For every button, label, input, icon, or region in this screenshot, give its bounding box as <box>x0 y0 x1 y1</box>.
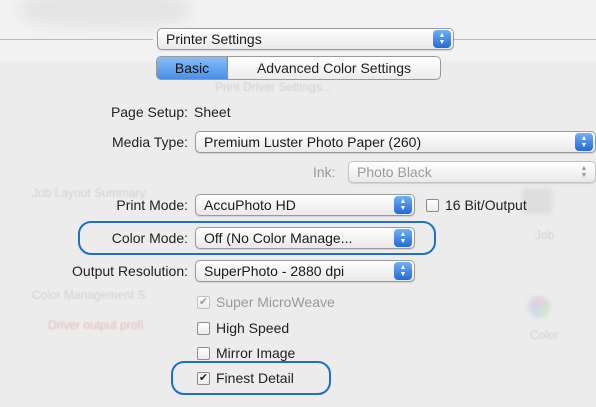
high-speed-label: High Speed <box>216 320 290 336</box>
media-type-popup[interactable]: Premium Luster Photo Paper (260) ▲ ▼ <box>195 131 596 153</box>
mirror-image-checkbox[interactable] <box>197 346 210 360</box>
ghost-color-management: Color Management S <box>32 288 146 302</box>
ghost-color-icon <box>528 296 550 318</box>
high-speed-checkbox[interactable] <box>197 321 210 335</box>
tab-advanced-label: Advanced Color Settings <box>256 60 412 76</box>
bit-output-checkbox[interactable] <box>426 198 439 212</box>
checkmark-icon: ✔ <box>198 371 209 384</box>
mirror-image-row[interactable]: Mirror Image <box>197 345 295 361</box>
panel-selector-popup[interactable]: Printer Settings ▲ ▼ <box>157 28 454 50</box>
page-setup-value: Sheet <box>194 104 231 120</box>
ghost-print-driver-settings: Print Driver Settings... <box>215 80 332 94</box>
tab-basic-label: Basic <box>174 60 210 76</box>
divider-left <box>0 39 153 40</box>
blurred-background-shape <box>20 0 190 28</box>
media-type-label: Media Type: <box>111 134 188 150</box>
stepper-icon: ▲ ▼ <box>394 229 412 247</box>
mirror-image-label: Mirror Image <box>216 345 296 361</box>
stepper-icon: ▲ ▼ <box>575 133 593 151</box>
media-type-value: Premium Luster Photo Paper (260) <box>204 134 422 150</box>
stepper-icon: ▲ ▼ <box>394 262 412 280</box>
ink-label: Ink: <box>313 164 336 180</box>
print-mode-label: Print Mode: <box>116 197 188 213</box>
tab-control: Basic Advanced Color Settings <box>156 56 441 80</box>
panel-selector-label: Printer Settings <box>166 31 262 47</box>
bit-output-label: 16 Bit/Output <box>445 197 527 213</box>
checkmark-icon: ✔ <box>198 295 209 308</box>
color-mode-popup[interactable]: Off (No Color Manage... ▲ ▼ <box>195 227 415 249</box>
output-resolution-popup[interactable]: SuperPhoto - 2880 dpi ▲ ▼ <box>195 260 415 282</box>
color-mode-label: Color Mode: <box>111 230 188 246</box>
finest-detail-row[interactable]: ✔ Finest Detail <box>197 370 294 386</box>
high-speed-row[interactable]: High Speed <box>197 320 289 336</box>
ghost-driver-output-profile: Driver output profi <box>48 318 144 332</box>
ink-popup[interactable]: Photo Black ▲ ▼ <box>348 161 596 183</box>
ghost-job-label: Job <box>535 228 555 242</box>
tab-advanced-color-settings[interactable]: Advanced Color Settings <box>228 57 440 79</box>
finest-detail-label: Finest Detail <box>216 370 294 386</box>
bit-output-checkbox-row[interactable]: 16 Bit/Output <box>426 197 527 213</box>
stepper-icon: ▲ ▼ <box>580 165 588 179</box>
ink-value: Photo Black <box>357 164 432 180</box>
ghost-color-label: Color <box>530 328 559 342</box>
print-mode-popup[interactable]: AccuPhoto HD ▲ ▼ <box>195 194 415 216</box>
tab-basic[interactable]: Basic <box>157 57 228 79</box>
stepper-icon: ▲ ▼ <box>394 196 412 214</box>
super-microweave-label: Super MicroWeave <box>216 294 335 310</box>
super-microweave-checkbox[interactable]: ✔ <box>197 295 210 309</box>
super-microweave-row[interactable]: ✔ Super MicroWeave <box>197 294 335 310</box>
stepper-icon: ▲ ▼ <box>433 30 451 48</box>
print-mode-value: AccuPhoto HD <box>204 197 296 213</box>
output-resolution-value: SuperPhoto - 2880 dpi <box>204 263 345 279</box>
page-setup-label: Page Setup: <box>110 104 188 120</box>
color-mode-value: Off (No Color Manage... <box>204 230 353 246</box>
output-resolution-label: Output Resolution: <box>72 263 188 279</box>
finest-detail-checkbox[interactable]: ✔ <box>197 371 210 385</box>
divider-right <box>454 39 596 40</box>
